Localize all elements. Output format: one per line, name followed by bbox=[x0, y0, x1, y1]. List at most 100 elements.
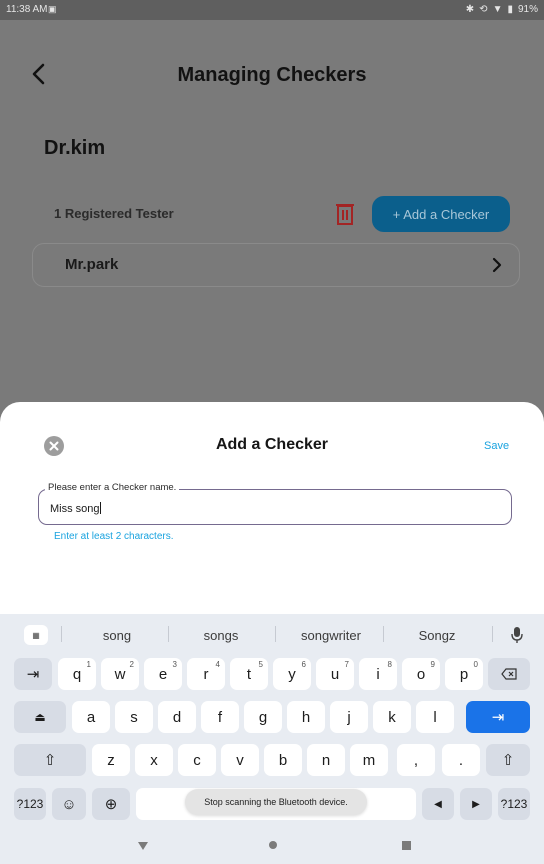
key-b[interactable]: b bbox=[264, 744, 302, 776]
nav-home-icon[interactable] bbox=[269, 841, 277, 849]
key-alt: 8 bbox=[387, 660, 392, 669]
status-bar: 11:38 AM ▣ ✱ ⟲ ▼ ▮ 91% bbox=[0, 0, 544, 20]
text-cursor bbox=[99, 502, 101, 514]
suggestion-1[interactable]: song bbox=[70, 628, 164, 643]
status-icons: ✱ ⟲ ▼ ▮ 91% bbox=[466, 4, 538, 15]
tab-key[interactable]: ⇥ bbox=[14, 658, 52, 690]
cursor-left-key[interactable]: ◀ bbox=[422, 788, 454, 820]
key-x[interactable]: x bbox=[135, 744, 173, 776]
key-alt: 7 bbox=[344, 660, 349, 669]
battery-icon: ▮ bbox=[507, 4, 513, 15]
managing-checkers-screen: Managing Checkers Dr.kim 1 Registered Te… bbox=[0, 20, 544, 404]
suggestion-3[interactable]: songwriter bbox=[279, 628, 383, 643]
save-button[interactable]: Save bbox=[484, 440, 509, 452]
key-alt: 6 bbox=[301, 660, 306, 669]
key-label: y bbox=[288, 665, 296, 683]
key-label: r bbox=[203, 665, 209, 683]
key-alt: 2 bbox=[129, 660, 134, 669]
caps-lock-key[interactable]: ⏏ bbox=[14, 701, 66, 733]
key-m[interactable]: m bbox=[350, 744, 388, 776]
key-y[interactable]: y6 bbox=[273, 658, 311, 690]
helper-text: Enter at least 2 characters. bbox=[54, 531, 174, 542]
globe-icon: ⊕ bbox=[104, 796, 118, 813]
field-label: Please enter a Checker name. bbox=[45, 482, 180, 493]
key-a[interactable]: a bbox=[72, 701, 110, 733]
arrow-right-icon: ▶ bbox=[472, 798, 480, 810]
backspace-icon bbox=[501, 668, 517, 680]
notification-icon: ▣ bbox=[48, 4, 57, 14]
key-u[interactable]: u7 bbox=[316, 658, 354, 690]
add-checker-sheet: Add a Checker Save Please enter a Checke… bbox=[0, 402, 544, 614]
key-i[interactable]: i8 bbox=[359, 658, 397, 690]
key-t[interactable]: t5 bbox=[230, 658, 268, 690]
trash-icon[interactable] bbox=[333, 201, 357, 227]
key-alt: 9 bbox=[430, 660, 435, 669]
key-label: p bbox=[459, 665, 469, 683]
key-l[interactable]: l bbox=[416, 701, 454, 733]
divider bbox=[275, 626, 276, 642]
checker-name-field[interactable]: Please enter a Checker name. Miss song bbox=[38, 482, 512, 525]
divider bbox=[383, 626, 384, 642]
key-label: q bbox=[72, 665, 82, 683]
nav-recents-icon[interactable] bbox=[402, 841, 411, 850]
key-o[interactable]: o9 bbox=[402, 658, 440, 690]
key-h[interactable]: h bbox=[287, 701, 325, 733]
key-s[interactable]: s bbox=[115, 701, 153, 733]
shift-key-right[interactable]: ⇧ bbox=[486, 744, 530, 776]
key-alt: 3 bbox=[172, 660, 177, 669]
divider bbox=[61, 626, 62, 642]
suggestion-bar: ▦ song songs songwriter Songz bbox=[0, 614, 544, 654]
key-z[interactable]: z bbox=[92, 744, 130, 776]
key-label: t bbox=[246, 665, 252, 683]
key-k[interactable]: k bbox=[373, 701, 411, 733]
key-v[interactable]: v bbox=[221, 744, 259, 776]
divider bbox=[492, 626, 493, 642]
battery-percent: 91% bbox=[517, 4, 538, 15]
field-value-wrap: Miss song bbox=[50, 502, 101, 515]
nav-back-icon[interactable] bbox=[137, 841, 149, 851]
add-checker-button[interactable]: + Add a Checker bbox=[372, 196, 510, 232]
key-comma[interactable]: , bbox=[397, 744, 435, 776]
key-c[interactable]: c bbox=[178, 744, 216, 776]
cursor-right-key[interactable]: ▶ bbox=[460, 788, 492, 820]
key-w[interactable]: w2 bbox=[101, 658, 139, 690]
key-label: o bbox=[416, 665, 426, 683]
emoji-key[interactable]: ☺ bbox=[52, 788, 86, 820]
key-n[interactable]: n bbox=[307, 744, 345, 776]
wifi-icon: ▼ bbox=[492, 4, 503, 15]
key-label: i bbox=[376, 665, 380, 683]
backspace-key[interactable] bbox=[488, 658, 530, 690]
key-r[interactable]: r4 bbox=[187, 658, 225, 690]
key-e[interactable]: e3 bbox=[144, 658, 182, 690]
status-time: 11:38 AM bbox=[6, 4, 48, 15]
page-title: Managing Checkers bbox=[177, 64, 367, 86]
enter-key[interactable]: ⇥ bbox=[466, 701, 530, 733]
key-q[interactable]: q1 bbox=[58, 658, 96, 690]
shift-key-left[interactable]: ⇧ bbox=[14, 744, 86, 776]
suggestion-4[interactable]: Songz bbox=[387, 628, 487, 643]
emoji-icon: ☺ bbox=[61, 795, 77, 813]
suggestion-2[interactable]: songs bbox=[172, 628, 270, 643]
key-j[interactable]: j bbox=[330, 701, 368, 733]
chevron-right-icon bbox=[492, 257, 502, 273]
key-alt: 5 bbox=[258, 660, 263, 669]
symbols-key[interactable]: ?123 bbox=[14, 788, 46, 820]
checker-list-item[interactable]: Mr.park bbox=[32, 243, 520, 287]
bluetooth-icon: ✱ bbox=[465, 4, 475, 15]
key-label: e bbox=[158, 665, 168, 683]
apps-grid-icon[interactable]: ▦ bbox=[24, 625, 48, 645]
key-f[interactable]: f bbox=[201, 701, 239, 733]
owner-name: Dr.kim bbox=[44, 137, 106, 159]
key-p[interactable]: p0 bbox=[445, 658, 483, 690]
registered-count: 1 Registered Tester bbox=[54, 206, 174, 221]
mic-icon[interactable] bbox=[510, 626, 524, 644]
key-label: w bbox=[114, 665, 126, 683]
language-key[interactable]: ⊕ bbox=[92, 788, 130, 820]
key-d[interactable]: d bbox=[158, 701, 196, 733]
navigation-bar bbox=[0, 832, 544, 864]
key-alt: 0 bbox=[473, 660, 478, 669]
toast-message: Stop scanning the Bluetooth device. bbox=[185, 789, 367, 815]
symbols-key-right[interactable]: ?123 bbox=[498, 788, 530, 820]
key-g[interactable]: g bbox=[244, 701, 282, 733]
key-period[interactable]: . bbox=[442, 744, 480, 776]
